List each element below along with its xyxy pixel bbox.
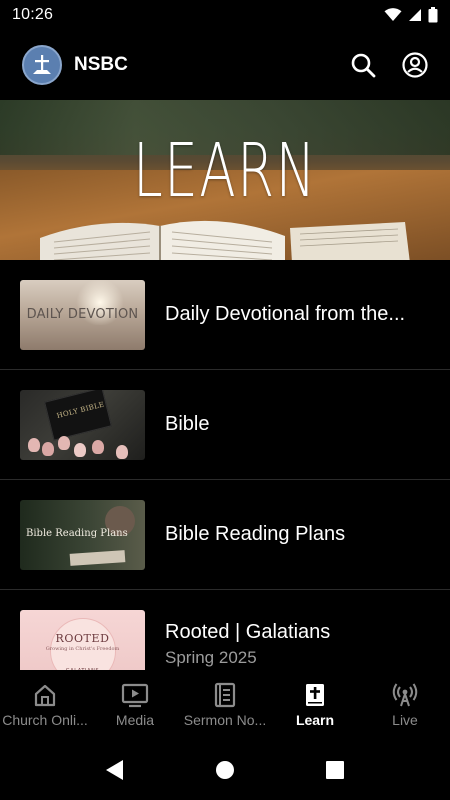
nav-label: Learn	[295, 712, 335, 728]
status-time: 10:26	[12, 6, 54, 23]
thumbnail-label: DAILY DEVOTION	[26, 306, 139, 322]
status-icons	[384, 7, 438, 23]
account-icon[interactable]	[402, 52, 428, 78]
hero-title: LEARN	[133, 128, 317, 214]
nav-label: Live	[392, 712, 418, 728]
nav-sermon-notes[interactable]: Sermon No...	[180, 670, 270, 740]
notebook-image	[290, 222, 410, 260]
thumbnail-sublabel: Growing in Christ's Freedom	[45, 645, 120, 652]
list-item-bible-reading-plans[interactable]: Bible Reading Plans Bible Reading Plans	[0, 480, 450, 590]
search-icon[interactable]	[350, 52, 376, 78]
list-item-title: Bible	[165, 413, 210, 435]
bible-icon	[306, 684, 324, 706]
cross-icon	[33, 55, 51, 74]
notes-icon	[214, 682, 236, 708]
home-button-icon[interactable]	[215, 760, 235, 780]
battery-icon	[428, 7, 438, 23]
nav-church-online[interactable]: Church Onli...	[0, 670, 90, 740]
bible-thumbnail: HOLY BIBLE	[20, 389, 145, 460]
thumbnail-label: ROOTED	[55, 631, 110, 645]
system-navigation-bar	[0, 740, 450, 800]
nav-label: Media	[115, 712, 155, 728]
content-list: DAILY DEVOTION Daily Devotional from the…	[0, 260, 450, 700]
list-item-title: Daily Devotional from the...	[165, 303, 406, 325]
play-icon	[121, 683, 149, 708]
app-actions	[350, 52, 428, 78]
nav-label: Church Onli...	[2, 712, 88, 728]
broadcast-icon	[392, 683, 418, 707]
list-item-title: Rooted | Galatians	[165, 621, 331, 643]
signal-icon	[409, 9, 421, 21]
nav-media[interactable]: Media	[90, 670, 180, 740]
list-item-bible[interactable]: HOLY BIBLE Bible	[0, 370, 450, 480]
app-title: NSBC	[74, 54, 128, 75]
list-item-daily-devotional[interactable]: DAILY DEVOTION Daily Devotional from the…	[0, 260, 450, 370]
thumbnail-label: Bible Reading Plans	[26, 527, 128, 539]
recents-icon[interactable]	[325, 760, 345, 780]
hero-banner: LEARN	[0, 100, 450, 260]
nav-learn[interactable]: Learn	[270, 670, 360, 740]
daily-devotion-thumbnail: DAILY DEVOTION	[20, 279, 145, 350]
bottom-navigation: Church Onli... Media Sermon No... Learn	[0, 670, 450, 740]
home-icon	[34, 684, 56, 707]
nav-live[interactable]: Live	[360, 670, 450, 740]
list-item-title: Bible Reading Plans	[165, 523, 346, 545]
thumbnail-label: HOLY BIBLE	[55, 400, 106, 420]
church-logo[interactable]	[22, 45, 62, 85]
app-bar: NSBC	[0, 30, 450, 100]
open-book-image	[40, 220, 285, 260]
list-item-subtitle: Spring 2025	[165, 648, 257, 667]
rooted-thumbnail: ROOTED Growing in Christ's Freedom GALAT…	[20, 609, 145, 680]
reading-plans-thumbnail: Bible Reading Plans	[20, 499, 145, 570]
status-bar: 10:26	[0, 0, 450, 30]
back-icon[interactable]	[105, 759, 125, 781]
nav-label: Sermon No...	[183, 712, 267, 728]
wifi-icon	[384, 8, 402, 21]
